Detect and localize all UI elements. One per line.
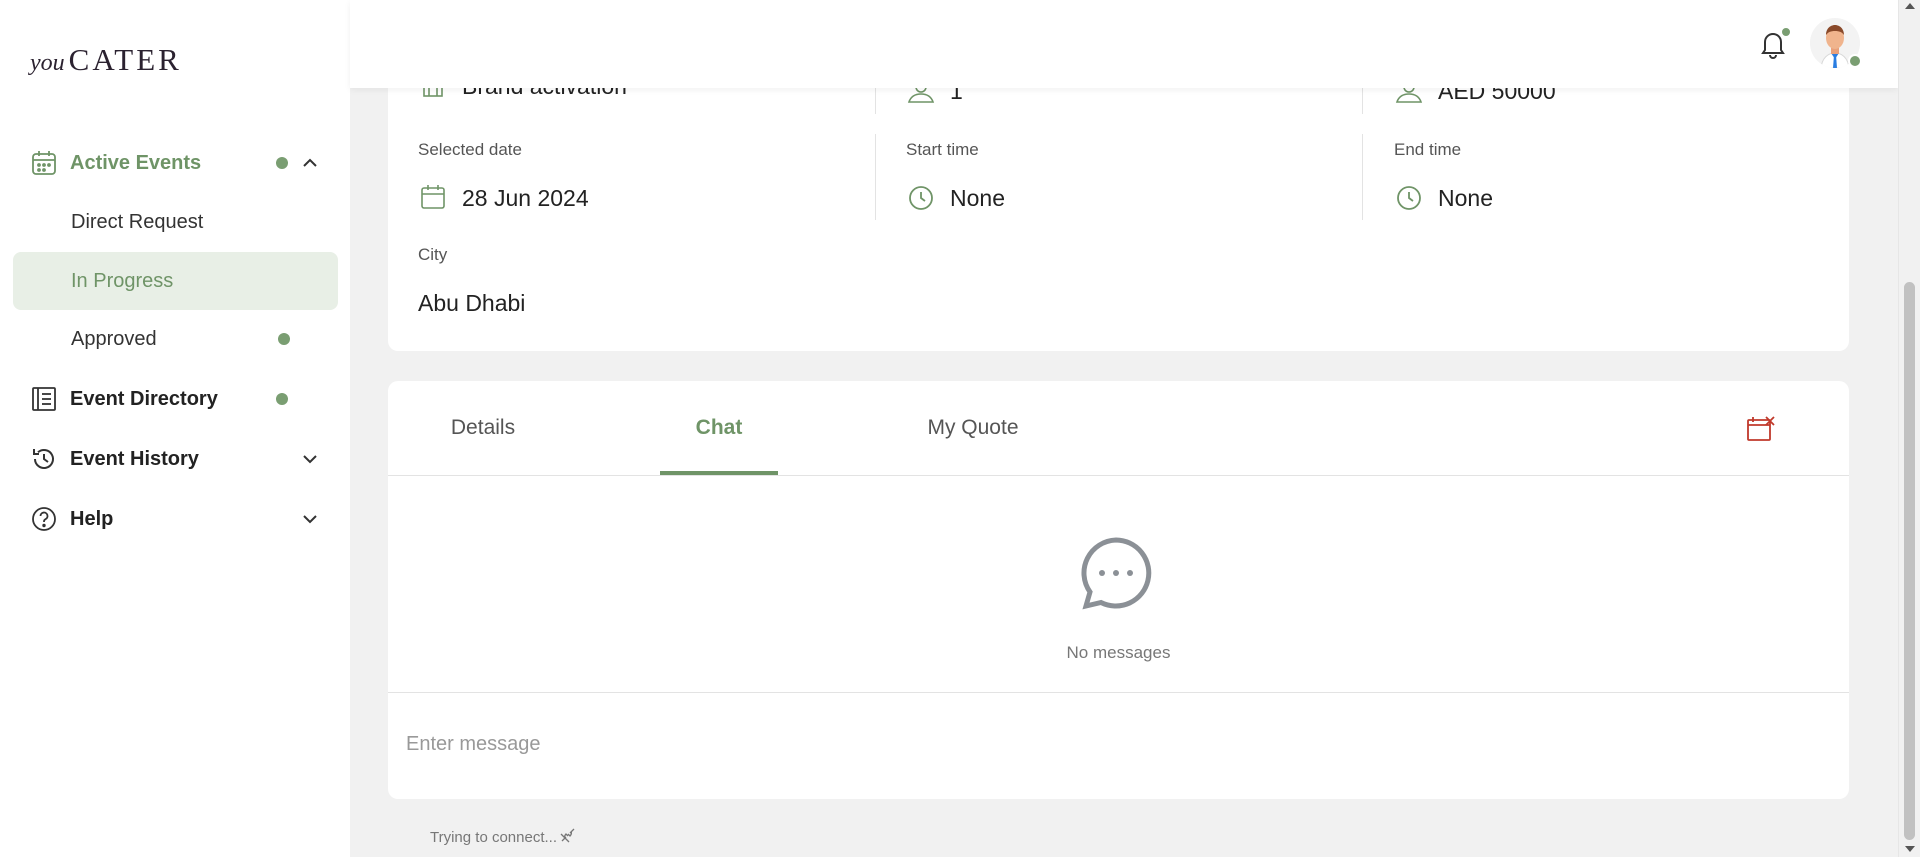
message-input[interactable]: [406, 711, 1826, 777]
sidebar-subitem-label: Direct Request: [71, 210, 204, 233]
notification-dot: [276, 393, 288, 405]
sidebar-subitem-label: Approved: [71, 327, 157, 350]
sidebar-subitem-label: In Progress: [71, 269, 174, 292]
selected-date-value: 28 Jun 2024: [462, 185, 589, 211]
divider: [388, 475, 1849, 476]
tab-my-quote[interactable]: My Quote: [903, 381, 1043, 475]
sidebar-item-active-events[interactable]: Active Events: [13, 137, 338, 189]
sidebar-item-event-history[interactable]: Event History: [13, 433, 338, 485]
brand-logo[interactable]: you CATER: [30, 42, 182, 77]
calendar-icon: [418, 182, 448, 212]
sidebar-item-help[interactable]: Help: [13, 493, 338, 545]
start-time-field: Start time None: [906, 140, 1356, 220]
sidebar: you CATER Active Events Direct Request I…: [0, 0, 350, 857]
end-time-value: None: [1438, 185, 1493, 211]
tab-details[interactable]: Details: [428, 381, 538, 475]
sidebar-item-label: Active Events: [70, 151, 202, 174]
sidebar-subitem-direct-request[interactable]: Direct Request: [13, 193, 338, 251]
tab-chat[interactable]: Chat: [660, 381, 778, 475]
chevron-down-icon[interactable]: [298, 447, 322, 471]
no-messages-text: No messages: [1066, 643, 1171, 662]
calendar-icon: [30, 149, 58, 177]
scroll-up-arrow-icon[interactable]: [1905, 3, 1915, 9]
divider: [875, 134, 876, 220]
start-time-label: Start time: [906, 140, 979, 159]
city-field: City Abu Dhabi: [418, 245, 868, 325]
scrollbar[interactable]: [1898, 0, 1920, 857]
selected-date-label: Selected date: [418, 140, 522, 159]
city-value: Abu Dhabi: [418, 290, 526, 316]
scrollbar-thumb[interactable]: [1904, 282, 1915, 840]
connection-status-text: Trying to connect...: [430, 828, 558, 846]
clock-icon: [906, 183, 936, 213]
end-time-field: End time None: [1394, 140, 1844, 220]
cancel-event-icon[interactable]: [1746, 414, 1776, 444]
online-status-dot: [1848, 54, 1862, 68]
city-label: City: [418, 245, 448, 264]
sidebar-item-event-directory[interactable]: Event Directory: [13, 373, 338, 425]
directory-icon: [30, 385, 58, 413]
clock-icon: [1394, 183, 1424, 213]
sidebar-item-label: Event History: [70, 447, 199, 470]
disconnected-icon: [559, 826, 577, 848]
sidebar-subitem-in-progress[interactable]: In Progress: [13, 252, 338, 310]
notification-dot: [278, 333, 290, 345]
divider: [388, 692, 1849, 693]
history-icon: [30, 445, 58, 473]
brand-logo-prefix: you: [30, 50, 65, 76]
chat-card: Details Chat My Quote No messages: [388, 381, 1849, 799]
sidebar-item-label: Event Directory: [70, 387, 218, 410]
top-header: [350, 0, 1898, 88]
scroll-down-arrow-icon[interactable]: [1905, 846, 1915, 852]
start-time-value: None: [950, 185, 1005, 211]
sidebar-item-label: Help: [70, 507, 114, 530]
help-icon: [30, 505, 58, 533]
chevron-up-icon[interactable]: [298, 151, 322, 175]
brand-logo-name: CATER: [68, 42, 182, 77]
notification-dot: [1780, 26, 1792, 38]
connection-status: Trying to connect...: [430, 826, 577, 848]
divider: [1362, 134, 1363, 220]
selected-date-field: Selected date 28 Jun 2024: [418, 140, 868, 220]
chat-bubble-icon: [1078, 535, 1154, 611]
notification-dot: [276, 157, 288, 169]
chevron-down-icon[interactable]: [298, 507, 322, 531]
end-time-label: End time: [1394, 140, 1462, 159]
sidebar-subitem-approved[interactable]: Approved: [13, 310, 338, 368]
